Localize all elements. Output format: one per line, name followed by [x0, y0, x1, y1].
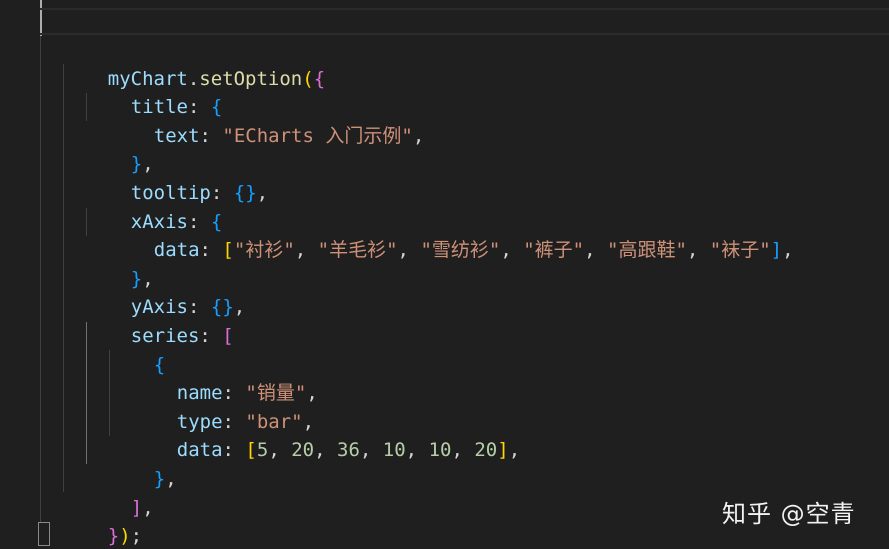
zhihu-watermark: 知乎 @空青: [722, 500, 856, 528]
indent-guide: [63, 64, 64, 492]
code-token: ]: [770, 239, 783, 262]
code-token: [: [222, 324, 234, 347]
code-line: data: ["衬衫", "羊毛衫", "雪纺衫", "裤子", "高跟鞋", …: [108, 208, 794, 261]
code-line: {: [108, 322, 165, 376]
code-token: 10: [428, 439, 452, 462]
code-token: "雪纺衫": [420, 239, 501, 262]
code-line: title: {: [85, 65, 223, 118]
code-token: ,: [359, 439, 383, 462]
code-token: data: [153, 239, 200, 262]
code-token: ,: [233, 296, 246, 319]
code-line: tooltip: {},: [85, 150, 268, 204]
code-line: data: [5, 20, 36, 10, 10, 20],: [131, 408, 520, 461]
code-token: ,: [686, 239, 710, 262]
code-token: ,: [314, 439, 337, 462]
code-line: });: [39, 522, 119, 549]
code-token: ,: [500, 239, 524, 262]
code-line: text: "ECharts 入门示例",: [108, 93, 425, 147]
code-token: "羊毛衫": [317, 239, 398, 262]
code-token: text: [153, 124, 200, 147]
code-line: name: "销量",: [131, 351, 318, 404]
code-line: });: [62, 494, 142, 547]
code-line: type: "bar",: [131, 379, 314, 433]
code-token: ,: [397, 239, 421, 262]
code-token: data: [176, 439, 223, 462]
code-token: 10: [382, 439, 406, 462]
code-token: [: [222, 239, 234, 262]
code-token: {: [313, 67, 326, 90]
current-line-highlight: [40, 8, 889, 35]
code-token: ,: [165, 467, 177, 490]
code-token: :: [199, 324, 223, 347]
code-token: ,: [142, 496, 154, 519]
code-token: (: [302, 67, 314, 90]
code-token: 20: [474, 439, 498, 462]
code-token: ,: [584, 239, 607, 262]
code-editor[interactable]: myChart.setOption({ title: { text: "ECha…: [0, 0, 889, 549]
code-token: :: [199, 239, 223, 262]
code-token: "裤子": [523, 239, 585, 262]
code-token: ;: [130, 525, 143, 548]
code-token: :: [199, 124, 223, 147]
code-line: },: [108, 436, 177, 490]
code-line: ],: [85, 465, 154, 519]
code-line: series: [: [85, 293, 234, 347]
code-token: ,: [256, 181, 269, 204]
code-token: ,: [782, 239, 794, 262]
code-token: ,: [294, 239, 318, 262]
code-token: ): [119, 525, 131, 548]
code-line: },: [85, 236, 154, 290]
code-token: "ECharts 入门示例": [222, 124, 413, 147]
code-token: }: [153, 467, 166, 490]
code-line: },: [85, 122, 154, 175]
code-token: 36: [337, 439, 360, 462]
code-token: }: [245, 181, 257, 204]
code-token: ,: [412, 124, 425, 147]
code-token: [: [245, 439, 257, 462]
code-token: ]: [497, 439, 509, 462]
code-line: yAxis: {},: [85, 265, 245, 318]
code-token: 20: [291, 439, 315, 462]
code-token: {: [233, 181, 246, 204]
code-token: :: [222, 439, 246, 462]
code-token: "高跟鞋": [607, 239, 687, 262]
code-token: "袜子": [709, 239, 771, 262]
code-line: myChart.setOption({: [62, 36, 325, 90]
code-token: ,: [451, 439, 475, 462]
code-token: 5: [256, 439, 269, 462]
code-token: ,: [508, 439, 521, 462]
code-token: ,: [268, 439, 292, 462]
code-line: xAxis: {: [85, 179, 223, 233]
indent-guide: [40, 36, 41, 522]
code-token: ,: [405, 439, 429, 462]
code-token: "衬衫": [233, 239, 295, 262]
